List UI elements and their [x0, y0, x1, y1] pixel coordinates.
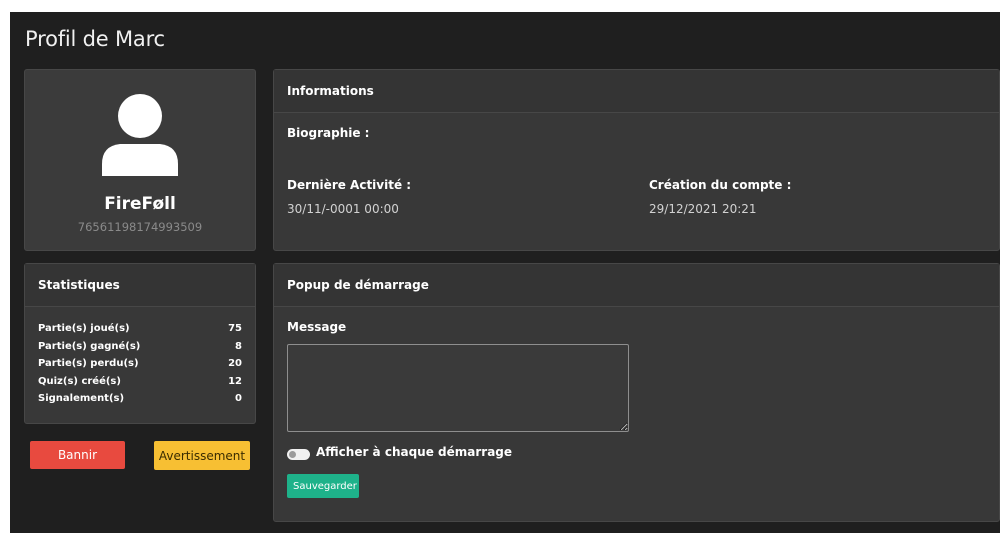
last-activity-label: Dernière Activité :	[287, 178, 412, 192]
stats-header: Statistiques	[25, 264, 255, 307]
app-window: Profil de Marc FireFøll 7656119817499350…	[10, 12, 1000, 533]
stats-list: Partie(s) joué(s) 75 Partie(s) gagné(s) …	[25, 307, 255, 408]
popup-header: Popup de démarrage	[274, 264, 999, 307]
stat-value: 20	[228, 358, 242, 369]
user-silhouette-icon	[102, 94, 178, 176]
profile-card: FireFøll 76561198174993509	[24, 69, 256, 251]
show-on-startup-toggle[interactable]	[287, 449, 310, 460]
save-button[interactable]: Sauvegarder	[287, 474, 359, 498]
startup-popup-card: Popup de démarrage Message Afficher à ch…	[273, 263, 1000, 522]
info-card: Informations Biographie : Dernière Activ…	[273, 69, 1000, 251]
show-on-startup-label: Afficher à chaque démarrage	[316, 445, 513, 459]
stat-label: Partie(s) gagné(s)	[38, 340, 141, 352]
message-textarea[interactable]	[287, 344, 629, 432]
stat-value: 12	[228, 375, 242, 387]
stat-label: Partie(s) perdu(s)	[38, 358, 139, 369]
warning-button[interactable]: Avertissement	[154, 441, 250, 470]
steam-id: 76561198174993509	[77, 220, 203, 234]
stat-label: Signalement(s)	[38, 393, 125, 404]
stat-value: 0	[235, 393, 242, 404]
stat-value: 8	[235, 340, 242, 352]
stat-row-reports: Signalement(s) 0	[38, 390, 242, 408]
account-created-label: Création du compte :	[649, 178, 792, 192]
stats-card: Statistiques Partie(s) joué(s) 75 Partie…	[24, 263, 256, 424]
stat-row-games-played: Partie(s) joué(s) 75	[38, 320, 242, 338]
username: FireFøll	[104, 194, 176, 214]
stat-value: 75	[228, 323, 242, 334]
stat-row-games-lost: Partie(s) perdu(s) 20	[38, 355, 242, 373]
stat-row-quizzes-created: Quiz(s) créé(s) 12	[38, 373, 242, 391]
last-activity-value: 30/11/-0001 00:00	[287, 202, 399, 216]
biography-label: Biographie :	[287, 126, 370, 140]
toggle-knob	[289, 451, 296, 458]
page-title: Profil de Marc	[25, 27, 165, 51]
stat-label: Partie(s) joué(s)	[38, 323, 130, 334]
stat-label: Quiz(s) créé(s)	[38, 375, 121, 387]
info-header: Informations	[274, 70, 999, 113]
account-created-value: 29/12/2021 20:21	[649, 202, 757, 216]
message-label: Message	[287, 320, 347, 334]
stat-row-games-won: Partie(s) gagné(s) 8	[38, 338, 242, 356]
ban-button[interactable]: Bannir	[30, 441, 125, 469]
